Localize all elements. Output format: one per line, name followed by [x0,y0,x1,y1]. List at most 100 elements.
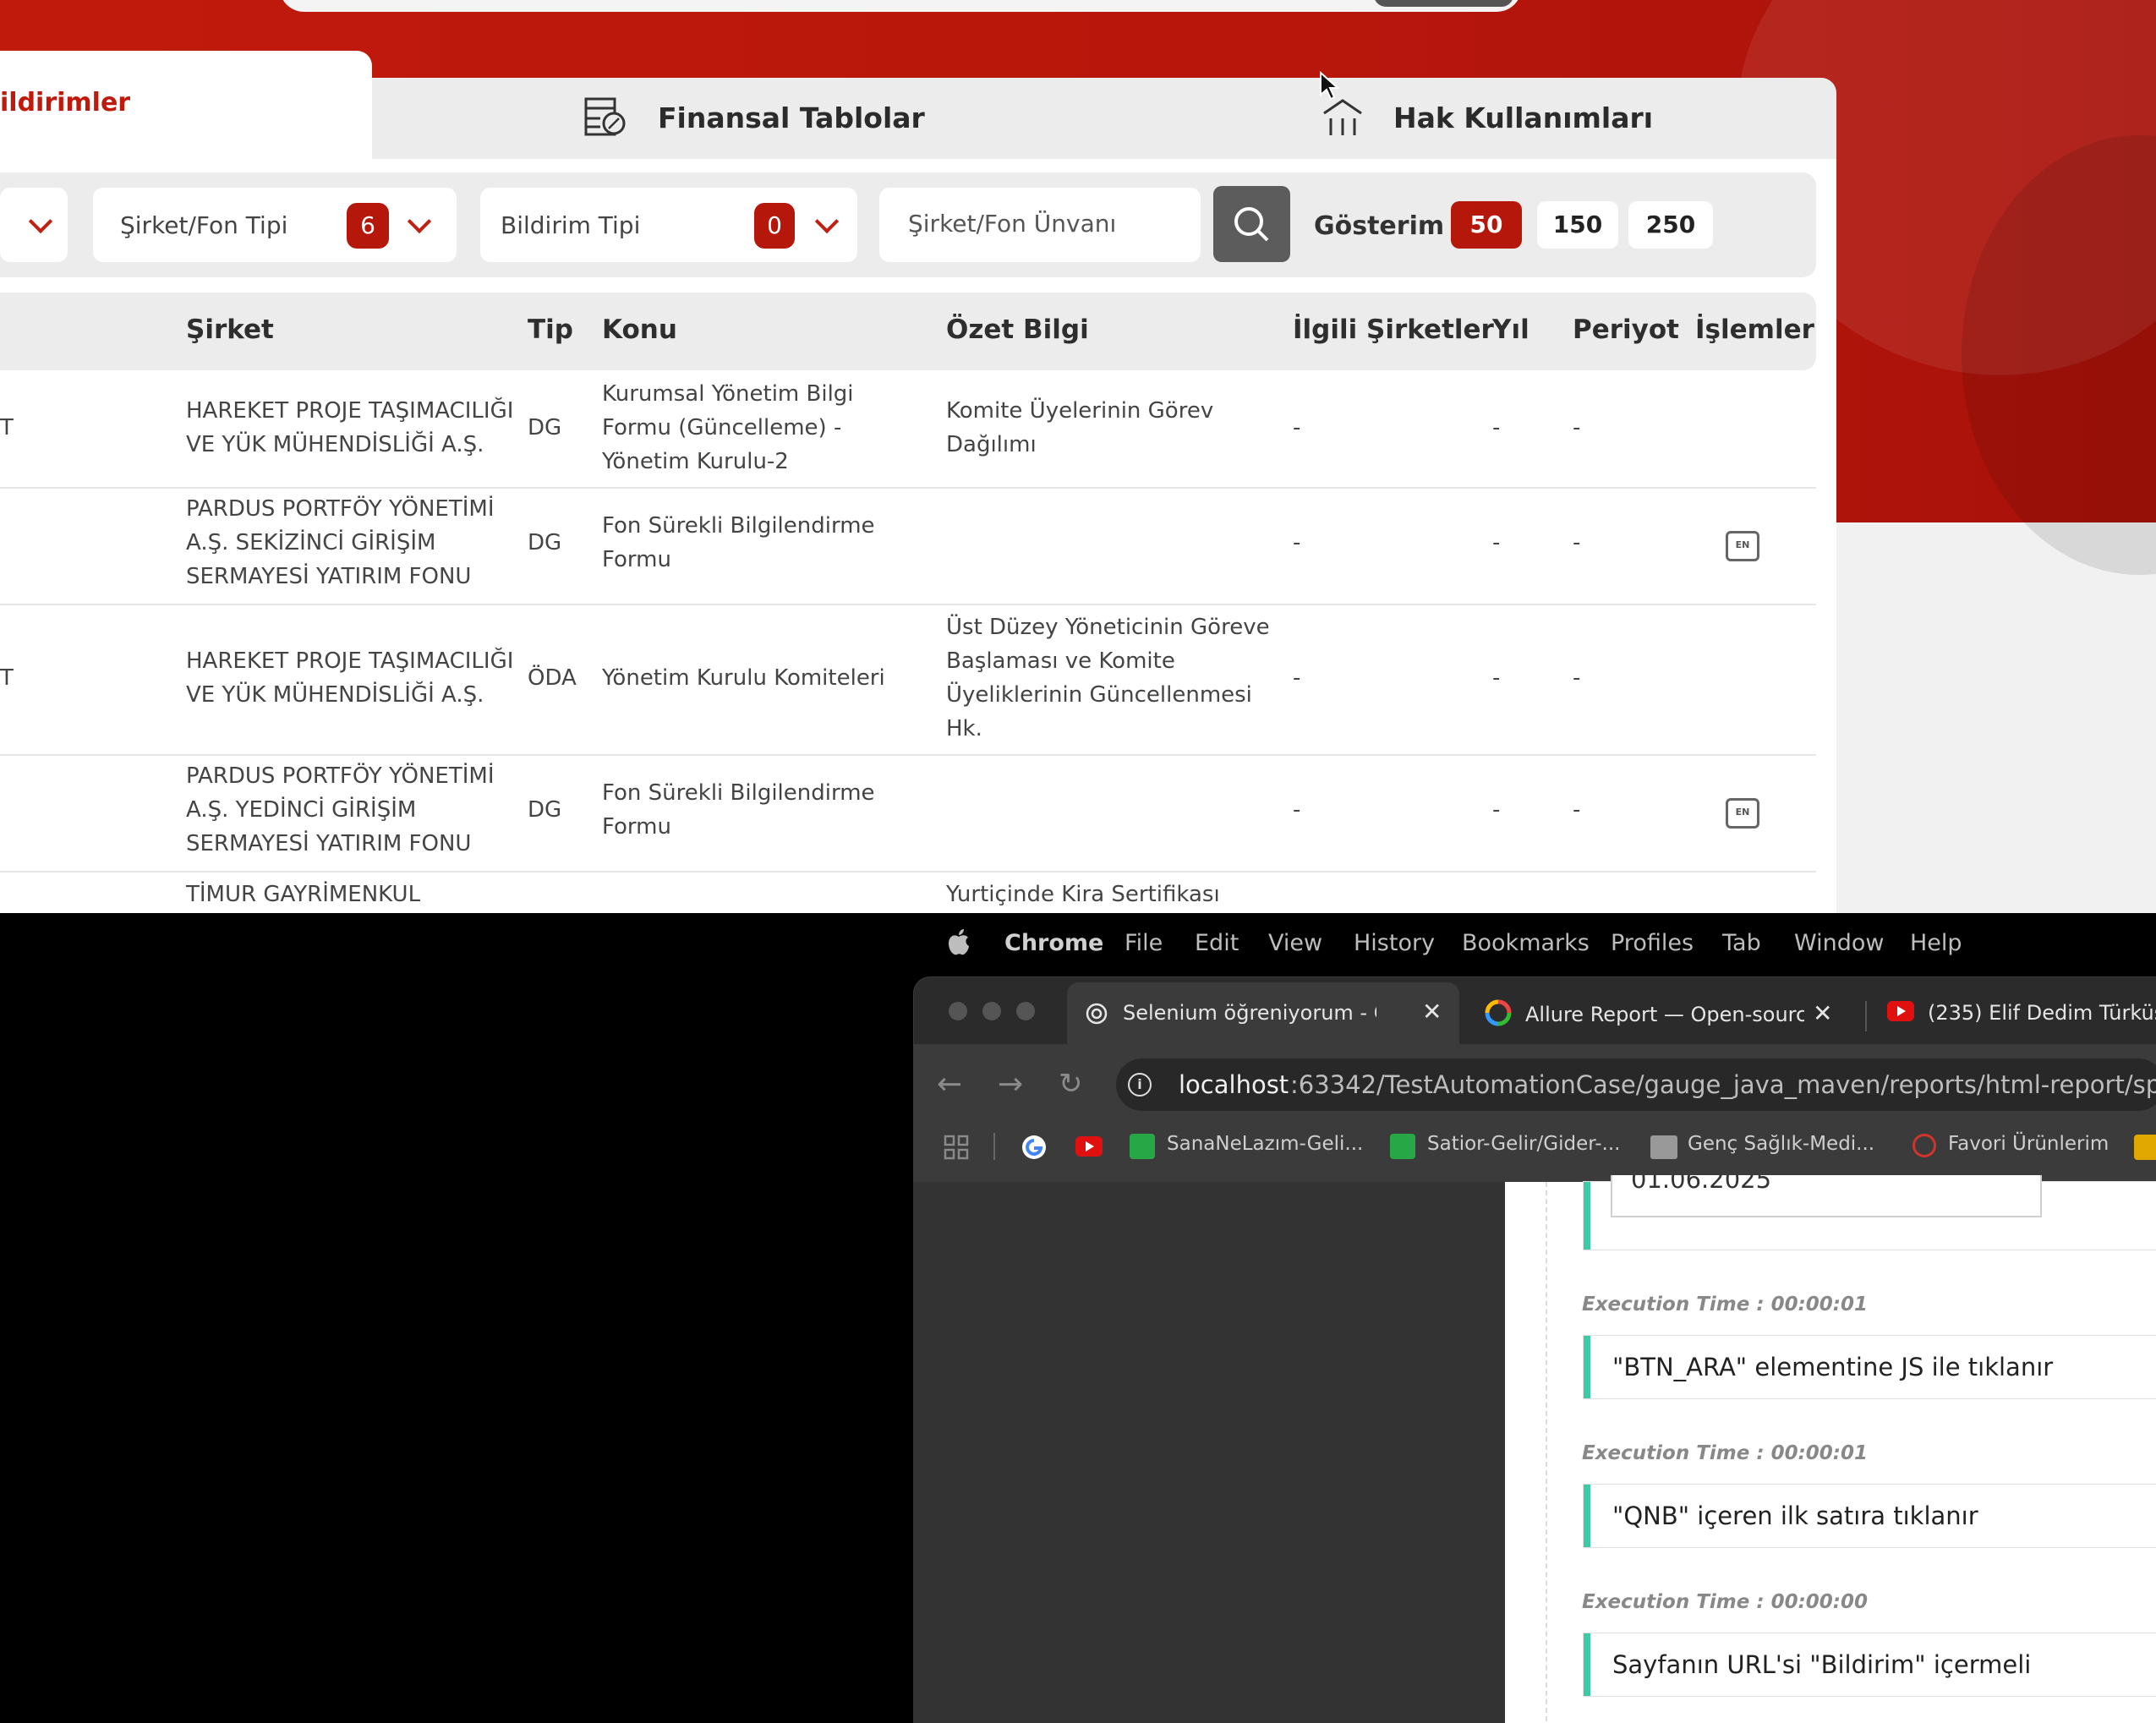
address-bar[interactable]: i localhost :63342/TestAutomationCase/ga… [1116,1058,2156,1111]
page-size-50-button[interactable]: 50 [1451,201,1522,249]
step-text: Sayfanın URL'si "Bildirim" içermeli [1612,1650,2032,1679]
tab-title: (235) Elif Dedim Türküsü [1928,1001,2156,1025]
table-row[interactable]: PARDUS PORTFÖY YÖNETİMİ A.Ş. SEKİZİNCİ G… [0,489,1816,604]
tab-label: Finansal Tablolar [658,101,925,134]
close-window-button[interactable] [949,1002,967,1020]
sheets-icon [1130,1134,1155,1159]
browser-tab[interactable]: Allure Report — Open-source ✕ [1471,982,1843,1042]
chatgpt-icon [1086,1003,1108,1025]
notice-type-count-badge: 0 [754,203,795,249]
table-row[interactable]: T HAREKET PROJE TAŞIMACILIĞI VE YÜK MÜHE… [0,372,1816,487]
menu-edit[interactable]: Edit [1195,930,1239,956]
search-button[interactable] [1213,186,1290,262]
report-step[interactable]: "BTN_ARA" elementine JS ile tıklanır [1584,1336,2156,1398]
tab-bildirimler[interactable]: ildirimler [0,51,372,161]
filter-dropdown-partial[interactable] [0,188,68,262]
execution-time: Execution Time : 00:00:01 [1582,1294,1868,1315]
financial-table-icon [584,97,626,136]
cell-type: DG [528,415,562,440]
cell-subject: Fon Sürekli Bilgilendirme Formu [602,513,875,572]
top-search-bar[interactable] [279,0,1522,12]
top-search-button[interactable] [1374,0,1513,7]
page-size-150-button[interactable]: 150 [1537,201,1618,249]
report-sidebar [913,1182,1505,1723]
cell-year: - [1492,415,1501,440]
display-label: Gösterim [1314,211,1445,241]
menu-chrome[interactable]: Chrome [1004,930,1103,956]
cell-company: HAREKET PROJE TAŞIMACILIĞI VE YÜK MÜHEND… [186,648,514,708]
tab-title: Allure Report — Open-source [1525,1003,1804,1026]
column-header: Tip [528,315,573,345]
reload-icon[interactable]: ↻ [1059,1067,1083,1101]
tab-divider [1865,1001,1867,1031]
menu-help[interactable]: Help [1910,930,1962,956]
company-title-placeholder: Şirket/Fon Ünvanı [908,210,1117,238]
bookmark-item[interactable]: Satior-Gelir/Gider-... [1427,1133,1620,1155]
company-title-input[interactable]: Şirket/Fon Ünvanı [879,188,1201,262]
menu-file[interactable]: File [1125,930,1163,956]
report-step[interactable]: Sayfanın URL'si "Bildirim" içermeli [1584,1633,2156,1696]
menu-window[interactable]: Window [1794,930,1884,956]
company-type-label: Şirket/Fon Tipi [120,211,288,239]
column-header: Yıl [1492,315,1529,345]
table-row[interactable]: PARDUS PORTFÖY YÖNETİMİ A.Ş. YEDİNCİ GİR… [0,756,1816,871]
page-size-250-button[interactable]: 250 [1628,201,1713,249]
cell-period: - [1573,797,1581,823]
url-path: :63342/TestAutomationCase/gauge_java_mav… [1290,1070,2156,1099]
company-type-dropdown[interactable]: Şirket/Fon Tipi 6 [93,188,457,262]
cell-type: DG [528,530,562,555]
menu-history[interactable]: History [1354,930,1435,956]
favorites-icon [1912,1134,1936,1157]
close-tab-icon[interactable]: ✕ [1813,999,1832,1027]
bookmark-item[interactable]: Genç Sağlık-Medi... [1688,1133,1874,1155]
browser-tab-active[interactable]: Selenium öğreniyorum - Gaug ✕ [1067,982,1459,1045]
english-version-icon[interactable]: EN [1726,531,1759,561]
cell-subject: Yönetim Kurulu Komiteleri [602,665,885,691]
column-header: Konu [602,315,677,345]
cell-period: - [1573,665,1581,691]
browser-tab[interactable]: (235) Elif Dedim Türküsü [1877,982,2156,1042]
cell-company: PARDUS PORTFÖY YÖNETİMİ A.Ş. SEKİZİNCİ G… [186,496,495,589]
notice-type-dropdown[interactable]: Bildirim Tipi 0 [480,188,857,262]
date-value: 01.06.2025 [1631,1175,1772,1194]
notice-type-label: Bildirim Tipi [501,211,641,239]
menu-bookmarks[interactable]: Bookmarks [1462,930,1590,956]
tab-label: Hak Kullanımları [1393,101,1654,134]
youtube-icon [1887,1001,1914,1021]
cell-type: DG [528,797,562,823]
bookmark-item[interactable]: SanaNeLazım-Geli... [1167,1133,1363,1155]
apps-grid-icon[interactable] [944,1135,969,1160]
youtube-bookmark-icon[interactable] [1075,1136,1103,1157]
google-icon[interactable] [1020,1133,1048,1162]
apple-logo-icon[interactable] [947,928,971,957]
kap-page: ildirimler Finansal Tablolar Hak Kullanı… [0,0,2156,913]
bank-icon [1323,99,1362,135]
maximize-window-button[interactable] [1016,1002,1035,1020]
english-version-icon[interactable]: EN [1726,798,1759,829]
cell-related: - [1293,530,1301,555]
cell-related: - [1293,415,1301,440]
menu-tab[interactable]: Tab [1722,930,1761,956]
date-value-box: 01.06.2025 [1611,1175,2042,1217]
cell-year: - [1492,665,1501,691]
column-header: İlgili Şirketler [1293,315,1494,345]
minimize-window-button[interactable] [982,1002,1001,1020]
forward-arrow-icon[interactable]: → [998,1067,1023,1102]
cell-company: TİMUR GAYRİMENKUL [186,882,421,907]
menu-view[interactable]: View [1268,930,1322,956]
mouse-cursor-icon [1320,71,1339,101]
site-info-icon[interactable]: i [1128,1073,1152,1097]
cell-period: - [1573,530,1581,555]
bookmark-item[interactable]: Favori Ürünlerim [1948,1133,2109,1155]
close-tab-icon[interactable]: ✕ [1422,998,1442,1026]
back-arrow-icon[interactable]: ← [937,1067,962,1102]
allure-icon [1485,999,1512,1026]
table-row[interactable]: T HAREKET PROJE TAŞIMACILIĞI VE YÜK MÜHE… [0,605,1816,754]
tab-title: Selenium öğreniyorum - Gaug [1123,1001,1376,1025]
cell-lead: T [0,665,14,691]
menu-profiles[interactable]: Profiles [1611,930,1694,956]
table-row[interactable]: TİMUR GAYRİMENKUL Yurtiçinde Kira Sertif… [0,872,1816,913]
cell-year: - [1492,797,1501,823]
cell-subject: Kurumsal Yönetim Bilgi Formu (Güncelleme… [602,381,854,474]
report-step[interactable]: "QNB" içeren ilk satıra tıklanır [1584,1485,2156,1547]
